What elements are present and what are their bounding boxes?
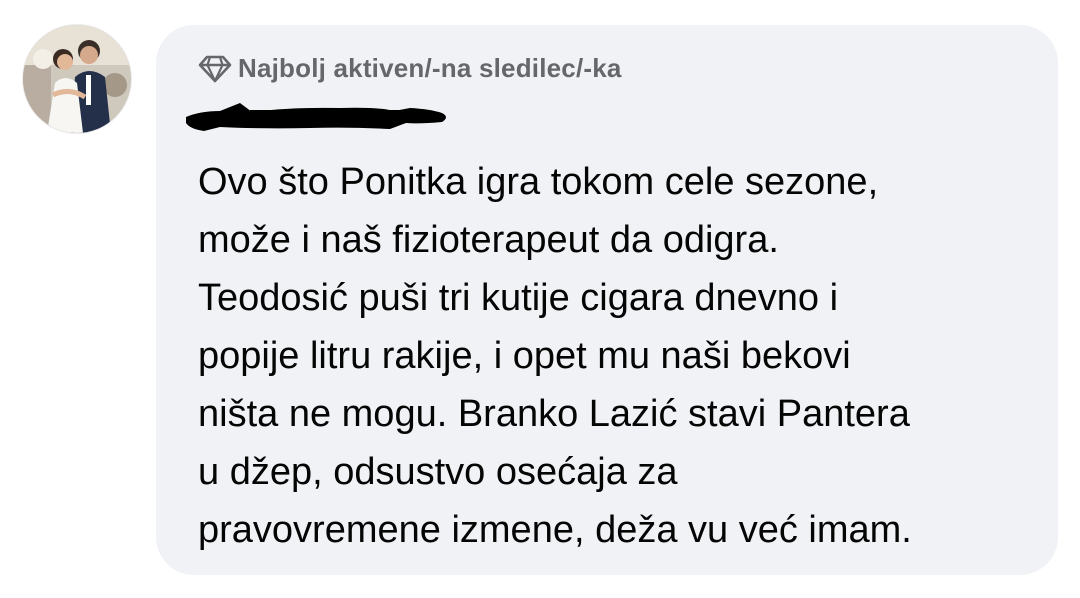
comment-line: pravovremene izmene, deža vu već imam. (198, 509, 912, 551)
comment-screen: Najbolj aktiven/-na sledilec/-ka Ovo što… (0, 0, 1080, 598)
comment-line: može i naš fizioterapeut da odigra. (198, 219, 779, 261)
author-name-redacted[interactable] (180, 99, 452, 133)
badge-label: Najbolj aktiven/-na sledilec/-ka (238, 52, 622, 83)
redaction-scribble (186, 103, 446, 131)
comment-line: Teodosić puši tri kutije cigara dnevno i (198, 277, 839, 319)
comment-line: popije litru rakije, i opet mu naši beko… (198, 335, 851, 377)
avatar[interactable] (23, 25, 131, 133)
diamond-icon (198, 53, 232, 83)
comment-line: Ovo što Ponitka igra tokom cele sezone, (198, 161, 879, 203)
comment-bubble: Najbolj aktiven/-na sledilec/-ka Ovo što… (156, 25, 1058, 575)
comment-text: Ovo što Ponitka igra tokom cele sezone, … (198, 153, 1048, 559)
top-fan-badge[interactable]: Najbolj aktiven/-na sledilec/-ka (198, 51, 622, 85)
comment-line: u džep, odsustvo osećaja za (198, 451, 678, 493)
comment-line: ništa ne mogu. Branko Lazić stavi Panter… (198, 393, 910, 435)
avatar-photo (23, 25, 131, 133)
